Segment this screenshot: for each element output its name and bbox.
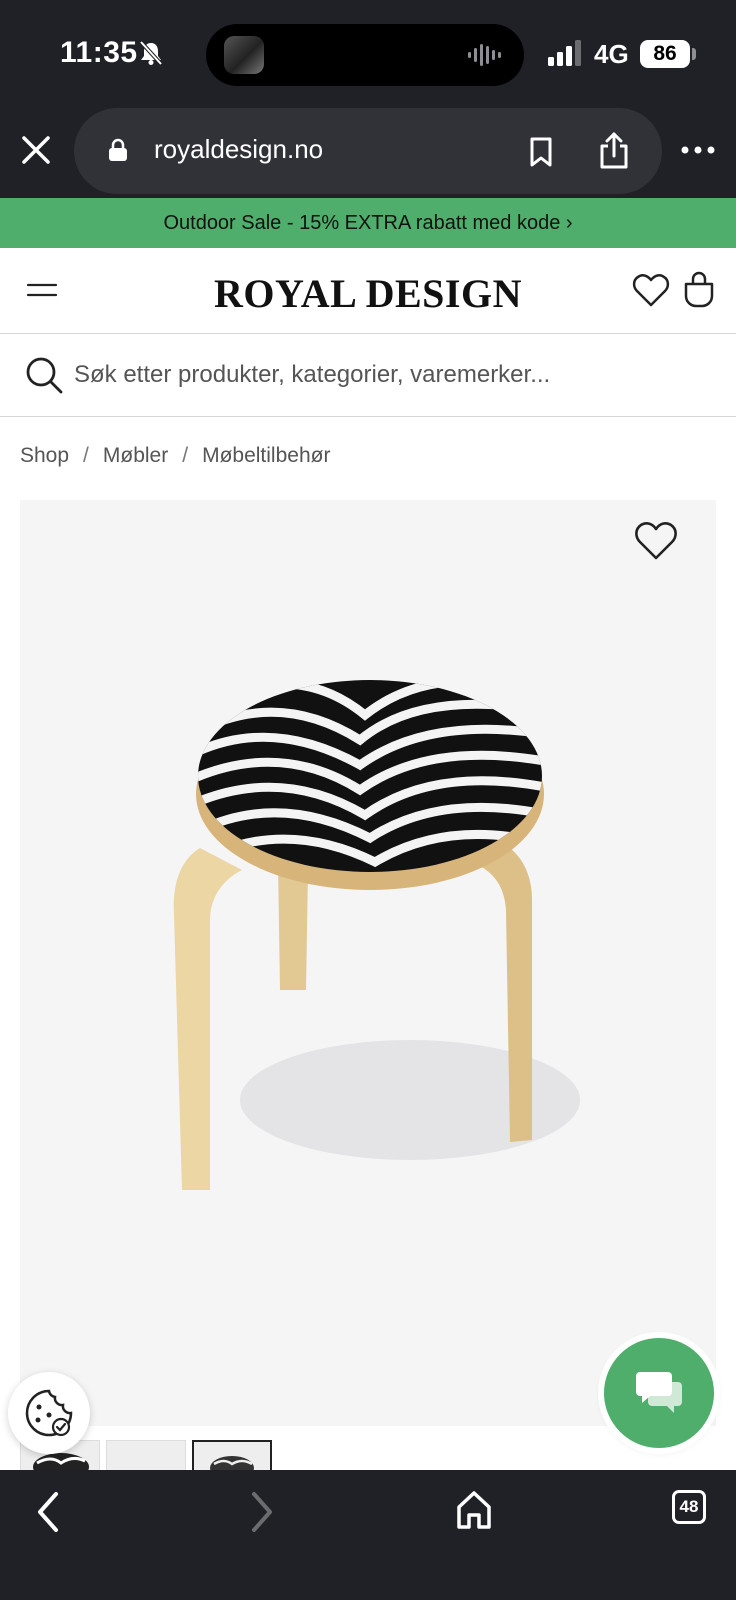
browser-chrome: 11:35 4G 86 royaldesign.no (0, 0, 736, 198)
chat-icon (636, 1372, 682, 1413)
chat-button[interactable] (604, 1338, 714, 1448)
heart-icon[interactable] (632, 272, 670, 308)
silent-bell-icon (139, 40, 163, 66)
status-time: 11:35 (60, 36, 138, 69)
url-bar[interactable]: royaldesign.no (74, 108, 662, 194)
audio-wave-icon (468, 44, 501, 66)
breadcrumb-item-shop[interactable]: Shop (20, 444, 69, 468)
forward-icon[interactable] (248, 1490, 276, 1534)
breadcrumb-separator: / (182, 444, 189, 467)
battery-icon: 86 (640, 40, 690, 68)
thumbnail[interactable] (192, 1440, 272, 1472)
product-image[interactable] (20, 500, 716, 1426)
heart-icon[interactable] (634, 520, 678, 562)
url-text[interactable]: royaldesign.no (154, 134, 323, 165)
browser-toolbar: 48 (0, 1470, 736, 1600)
site-logo[interactable]: ROYAL DESIGN (0, 270, 736, 317)
close-icon[interactable] (18, 132, 54, 168)
network-label: 4G (594, 39, 629, 69)
island-avatar (224, 36, 264, 74)
cookie-settings-button[interactable] (8, 1372, 90, 1454)
bookmark-icon[interactable] (526, 136, 556, 168)
share-icon[interactable] (598, 132, 630, 170)
breadcrumb-item-mobler[interactable]: Møbler (103, 444, 168, 468)
back-icon[interactable] (34, 1490, 62, 1534)
bag-icon[interactable] (682, 270, 716, 308)
battery-tip (692, 48, 696, 60)
promo-banner[interactable]: Outdoor Sale - 15% EXTRA rabatt med kode… (0, 198, 736, 248)
search-bar (0, 335, 736, 417)
more-icon[interactable] (680, 138, 716, 162)
cookie-icon (25, 1389, 73, 1437)
home-icon[interactable] (456, 1490, 492, 1530)
site-header: ROYAL DESIGN (0, 248, 736, 334)
search-icon (26, 357, 63, 394)
zebra-stool-image (173, 680, 580, 1190)
lock-icon (109, 138, 127, 161)
tabs-icon[interactable]: 48 (672, 1490, 706, 1524)
search-input[interactable] (74, 355, 714, 395)
breadcrumb: Shop / Møbler / Møbeltilbehør (20, 444, 330, 468)
breadcrumb-separator: / (83, 444, 89, 467)
breadcrumb-item-mobeltilbehor[interactable]: Møbeltilbehør (202, 444, 330, 468)
thumbnail[interactable] (106, 1440, 186, 1472)
dynamic-island (206, 24, 524, 86)
signal-icon (548, 40, 581, 66)
